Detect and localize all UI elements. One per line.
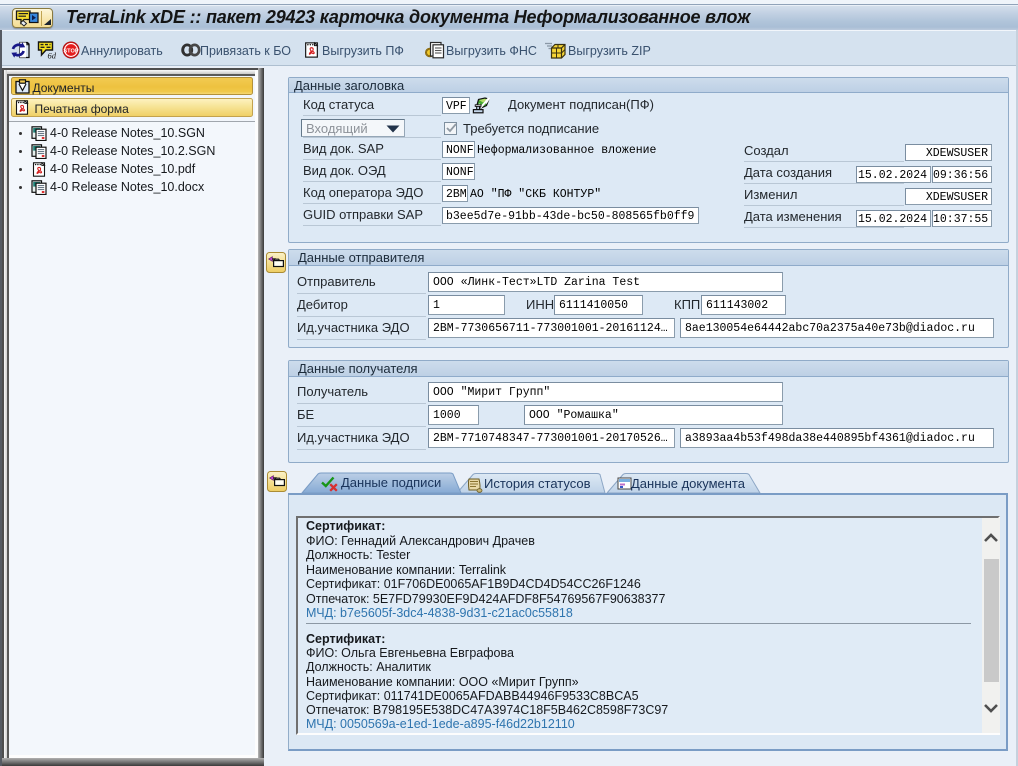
svg-text:6d: 6d (48, 51, 57, 60)
svg-text:STOP: STOP (63, 48, 78, 54)
